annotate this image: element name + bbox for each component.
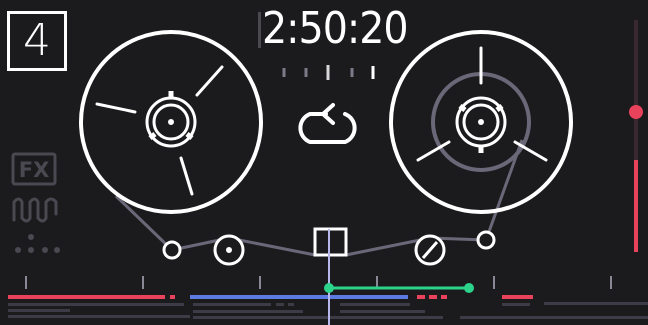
tape-deck-screen: 4 2:50:20 FX [0,0,648,325]
dots-grid-icon[interactable] [15,234,60,253]
tape-head [313,227,348,257]
loop-start-handle [324,283,334,293]
loop-selection[interactable] [324,283,474,293]
left-idler-roller [162,240,182,260]
fx-icon[interactable]: FX [11,152,57,186]
level-meter-knob [629,105,643,119]
left-reel[interactable] [79,30,263,214]
level-meter-fill [634,160,638,252]
fx-label: FX [19,158,50,182]
left-capstan-center [226,247,232,253]
waveform-icon[interactable] [12,197,58,223]
left-reel-hub [145,91,197,148]
loop-end-handle [464,283,474,293]
left-reel-spokes [95,65,224,196]
right-idler-roller [476,230,496,250]
right-reel-hub [455,96,507,153]
loop-arrow-icon[interactable] [298,103,357,144]
deck-graphics: FX [8,20,648,325]
level-meter-track [634,20,638,160]
level-meter[interactable] [629,20,643,252]
timeline-ticks [25,276,612,289]
right-reel[interactable] [389,30,573,214]
counter-ticks [282,65,375,80]
